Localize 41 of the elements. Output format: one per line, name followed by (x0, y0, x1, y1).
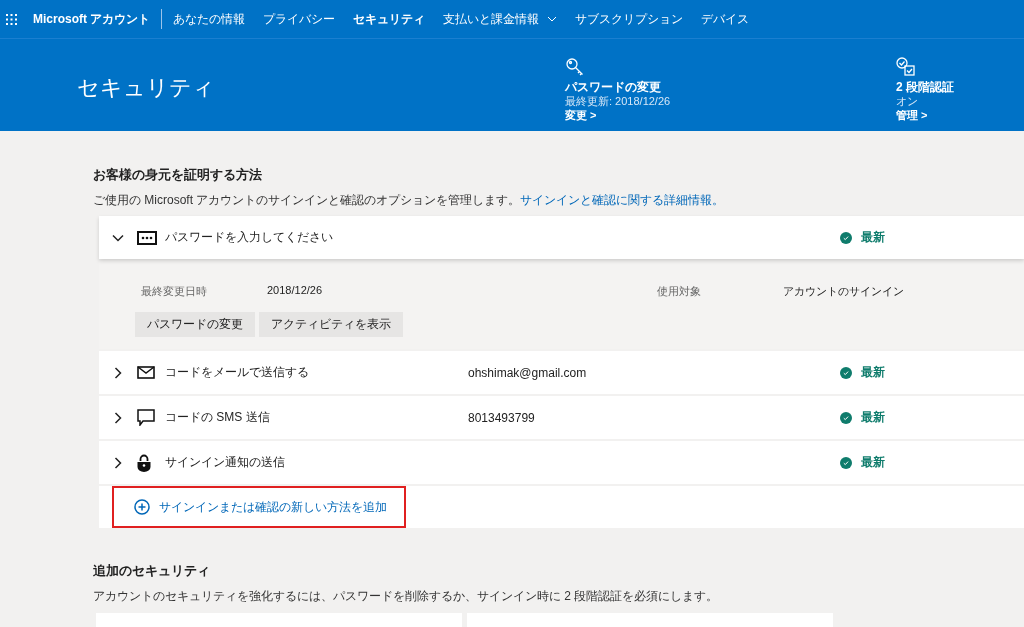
quick-link[interactable]: 管理 > (896, 109, 928, 121)
detail-value: 2018/12/26 (267, 284, 324, 298)
method-value: ohshimak@gmail.com (468, 365, 587, 380)
nav-tab[interactable]: サブスクリプション (575, 10, 684, 28)
section-description: アカウントのセキュリティを強化するには、パスワードを削除するか、サインイン時に 2 段階認証を必須にします。 (93, 588, 720, 605)
nav-tab[interactable]: デバイス (701, 10, 750, 28)
add-method-label: サインインまたは確認の新しい方法を追加 (159, 498, 387, 516)
action-button[interactable]: パスワードの変更 (135, 312, 255, 337)
nav-tab[interactable]: 支払いと課金情報 (443, 10, 558, 28)
nav-tab[interactable]: プライバシー (263, 10, 336, 28)
quick-link-subtitle: オン (896, 94, 919, 108)
quick-link-title: パスワードの変更 (565, 80, 662, 94)
detail-label: 使用対象 (657, 284, 702, 299)
method-label: パスワードを入力してください (165, 229, 334, 246)
method-row[interactable]: コードの SMS 送信 8013493799 最新 (99, 396, 1024, 439)
brand-link[interactable]: Microsoft アカウント (33, 10, 151, 28)
method-value: 8013493799 (468, 410, 535, 425)
method-row[interactable]: コードをメールで送信する ohshimak@gmail.com 最新 (99, 351, 1024, 394)
status-text: 最新 (861, 364, 885, 381)
action-button[interactable]: アクティビティを表示 (259, 312, 403, 337)
add-method-link[interactable]: サインインまたは確認の新しい方法を追加 (114, 498, 387, 516)
nav-tab[interactable]: あなたの情報 (173, 10, 246, 28)
detail-value: アカウントのサインイン (783, 284, 905, 299)
quick-link[interactable]: 変更 > (565, 109, 597, 121)
status-text: 最新 (861, 409, 885, 426)
section-heading: 追加のセキュリティ (93, 562, 211, 580)
status-text: 最新 (861, 454, 885, 471)
status-text: 最新 (861, 229, 885, 246)
nav-tab[interactable]: セキュリティ (353, 10, 426, 28)
section-heading: お客様の身元を証明する方法 (93, 166, 263, 184)
details-link[interactable]: サインインと確認に関する詳細情報。 (520, 193, 725, 207)
method-label: コードの SMS 送信 (165, 409, 271, 426)
section-description: ご使用の Microsoft アカウントのサインインと確認のオプションを管理します。サインインと確認に関する詳細情報。 (93, 192, 726, 209)
method-row[interactable]: サインイン通知の送信 最新 (99, 441, 1024, 484)
method-row[interactable]: パスワードを入力してください 最新 (99, 216, 1024, 259)
page-title: セキュリティ (77, 74, 215, 102)
quick-link-title: 2 段階認証 (896, 80, 954, 94)
detail-label: 最終変更日時 (141, 284, 208, 299)
method-label: コードをメールで送信する (165, 364, 310, 381)
method-label: サインイン通知の送信 (165, 454, 286, 471)
quick-link-subtitle: 最終更新: 2018/12/26 (565, 94, 671, 108)
